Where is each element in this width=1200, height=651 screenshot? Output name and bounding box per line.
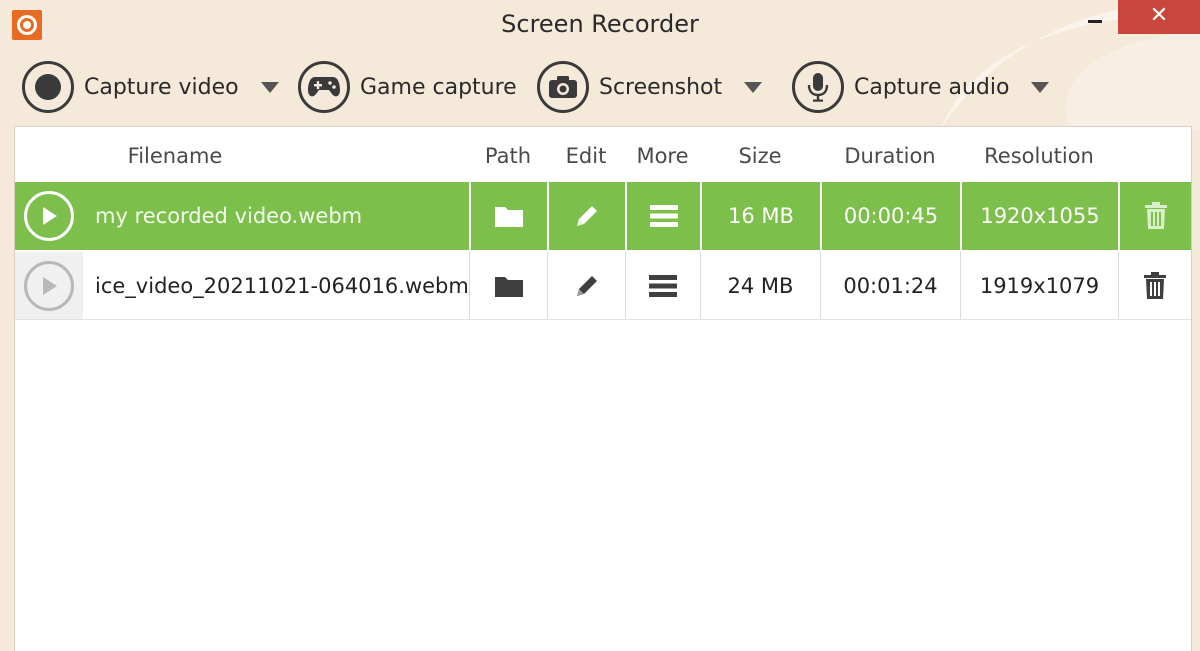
capture-video-button[interactable]: Capture video bbox=[22, 59, 279, 115]
edit-button[interactable] bbox=[547, 182, 625, 250]
header-more[interactable]: More bbox=[625, 127, 700, 182]
table-row[interactable]: ice_video_20211021-064016.webm 24 MB 00:… bbox=[15, 252, 1191, 320]
header-duration[interactable]: Duration bbox=[820, 127, 960, 182]
header-size[interactable]: Size bbox=[700, 127, 820, 182]
gamepad-icon bbox=[298, 61, 350, 113]
folder-icon bbox=[494, 276, 523, 297]
delete-button[interactable] bbox=[1118, 252, 1191, 319]
header-edit[interactable]: Edit bbox=[547, 127, 625, 182]
menu-icon bbox=[649, 274, 677, 297]
more-button[interactable] bbox=[625, 182, 700, 250]
pencil-icon bbox=[576, 275, 597, 296]
delete-button[interactable] bbox=[1118, 182, 1191, 250]
game-capture-button[interactable]: Game capture bbox=[298, 59, 517, 115]
folder-icon bbox=[495, 207, 523, 227]
close-button[interactable]: ✕ bbox=[1118, 0, 1200, 34]
capture-video-dropdown-icon[interactable] bbox=[260, 81, 279, 93]
toolbar: Capture video Game capture Screenshot Ca… bbox=[0, 55, 1200, 121]
trash-icon bbox=[1144, 271, 1166, 299]
capture-audio-label: Capture audio bbox=[854, 74, 1010, 100]
title-bar: Screen Recorder ✕ bbox=[0, 0, 1200, 50]
row-resolution: 1920x1055 bbox=[960, 182, 1118, 250]
row-size: 16 MB bbox=[700, 182, 820, 250]
screenshot-label: Screenshot bbox=[599, 74, 723, 100]
row-duration: 00:01:24 bbox=[820, 252, 960, 319]
capture-audio-dropdown-icon[interactable] bbox=[1031, 81, 1050, 93]
row-resolution: 1919x1079 bbox=[960, 252, 1118, 319]
capture-video-label: Capture video bbox=[84, 74, 239, 100]
more-button[interactable] bbox=[625, 252, 700, 319]
edit-button[interactable] bbox=[547, 252, 625, 319]
trash-icon bbox=[1144, 202, 1167, 229]
open-path-button[interactable] bbox=[469, 182, 547, 250]
pencil-icon bbox=[577, 206, 597, 226]
play-button[interactable] bbox=[15, 182, 83, 250]
capture-audio-button[interactable]: Capture audio bbox=[792, 59, 1050, 115]
microphone-icon bbox=[792, 61, 844, 113]
header-filename[interactable]: Filename bbox=[75, 127, 275, 182]
play-button[interactable] bbox=[15, 252, 83, 319]
record-circle-icon bbox=[22, 61, 74, 113]
screenshot-dropdown-icon[interactable] bbox=[744, 81, 763, 93]
camera-icon bbox=[537, 61, 589, 113]
row-filename: my recorded video.webm bbox=[95, 204, 363, 228]
minimize-button[interactable] bbox=[1070, 0, 1118, 34]
table-row[interactable]: my recorded video.webm 16 MB 00:00:45 19… bbox=[15, 182, 1191, 250]
play-icon bbox=[24, 191, 74, 241]
row-duration: 00:00:45 bbox=[820, 182, 960, 250]
screenshot-button[interactable]: Screenshot bbox=[537, 59, 763, 115]
game-capture-label: Game capture bbox=[360, 74, 517, 100]
row-filename: ice_video_20211021-064016.webm bbox=[95, 273, 469, 298]
table-header: Filename Path Edit More Size Duration Re… bbox=[15, 127, 1191, 182]
row-size: 24 MB bbox=[700, 252, 820, 319]
recordings-list: Filename Path Edit More Size Duration Re… bbox=[14, 126, 1192, 651]
window-title: Screen Recorder bbox=[501, 10, 699, 38]
play-icon bbox=[24, 260, 74, 311]
menu-icon bbox=[649, 205, 678, 227]
open-path-button[interactable] bbox=[469, 252, 547, 319]
header-path[interactable]: Path bbox=[469, 127, 547, 182]
header-resolution[interactable]: Resolution bbox=[960, 127, 1118, 182]
